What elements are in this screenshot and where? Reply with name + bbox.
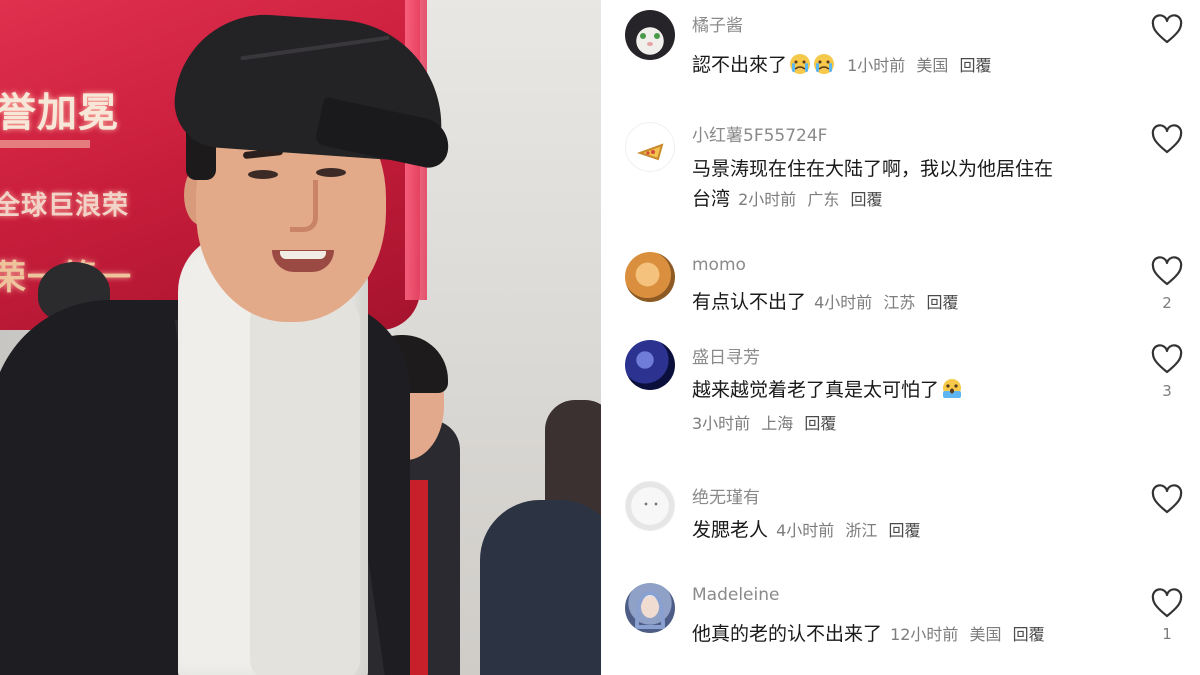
comment-item: momo 有点认不出了 4小时前 江苏 回覆 2 [601, 240, 1200, 338]
scared-face-emoji [943, 379, 962, 398]
cat-icon [633, 12, 667, 46]
comment-time: 4小时前 [814, 293, 873, 312]
comment-text: 有点认不出了 4小时前 江苏 回覆 [692, 287, 964, 314]
reply-button[interactable]: 回覆 [888, 521, 920, 540]
comment-time: 2小时前 [738, 190, 797, 209]
comment-list[interactable]: 橘子酱 認不出來了 1小时前 美国 回覆 小红薯5F55724F 马景涛现在住在… [601, 0, 1200, 675]
reply-button[interactable]: 回覆 [926, 293, 958, 312]
comment-text-line: 認不出來了 [692, 54, 788, 76]
comment-location: 美国 [916, 56, 949, 75]
comment-username[interactable]: 盛日寻芳 [692, 343, 760, 368]
comment-item: 橘子酱 認不出來了 1小时前 美国 回覆 [601, 0, 1200, 110]
comment-meta: 1小时前 美国 回覆 [847, 56, 997, 75]
like-count: 1 [1162, 625, 1172, 643]
comment-text-line: 台湾 [692, 188, 731, 210]
comment-text-line: 马景涛现在住在大陆了啊，我以为他居住在 [692, 158, 1054, 180]
white-scarf-fold [250, 300, 360, 675]
bread-avatar[interactable] [625, 252, 675, 302]
heart-icon[interactable] [1151, 256, 1183, 288]
blue-art-avatar[interactable] [625, 340, 675, 390]
comment-time: 1小时前 [847, 56, 906, 75]
like-count: 2 [1162, 294, 1172, 312]
comment-time: 4小时前 [776, 521, 835, 540]
comment-meta: 4小时前 浙江 回覆 [776, 521, 926, 540]
man-teeth [280, 251, 326, 259]
comment-text-line: 发腮老人 [692, 519, 769, 541]
pizza-avatar[interactable] [625, 122, 675, 172]
comment-time: 12小时前 [890, 625, 959, 644]
comment-location: 江苏 [883, 293, 916, 312]
white-face-avatar[interactable] [625, 481, 675, 531]
background-person [480, 500, 601, 675]
comment-text: 台湾 2小时前 广东 回覆 [692, 184, 888, 211]
comment-username[interactable]: momo [692, 255, 746, 275]
comment-text: 越来越觉着老了真是太可怕了 [692, 375, 963, 402]
led-text-line: 誉加冕 [0, 90, 119, 136]
reply-button[interactable]: 回覆 [959, 56, 991, 75]
comment-username[interactable]: 绝无瑾有 [692, 483, 760, 508]
comment-text-line: 他真的老的认不出来了 [692, 623, 883, 645]
heart-icon[interactable] [1151, 344, 1183, 376]
girl-icon [634, 590, 666, 629]
man-nose [290, 180, 318, 232]
comment-text: 認不出來了 1小时前 美国 回覆 [692, 50, 997, 77]
comment-item: Madeleine 他真的老的认不出来了 12小时前 美国 回覆 1 [601, 580, 1200, 675]
crying-face-emoji [790, 54, 811, 74]
video-photo[interactable]: 誉加冕 全球巨浪荣 荣一第一 [0, 0, 601, 675]
man-eye [248, 170, 278, 179]
comment-meta: 3小时前 上海 回覆 [692, 410, 842, 434]
comment-text-line: 有点认不出了 [692, 291, 807, 313]
comment-item: 盛日寻芳 越来越觉着老了真是太可怕了 3小时前 上海 回覆 3 [601, 338, 1200, 478]
comment-meta: 4小时前 江苏 回覆 [814, 293, 964, 312]
comment-text: 他真的老的认不出来了 12小时前 美国 回覆 [692, 619, 1051, 646]
comment-location: 上海 [761, 414, 794, 433]
comment-item: 小红薯5F55724F 马景涛现在住在大陆了啊，我以为他居住在 台湾 2小时前 … [601, 110, 1200, 240]
comment-username[interactable]: 小红薯5F55724F [692, 121, 827, 146]
comment-meta: 12小时前 美国 回覆 [890, 625, 1051, 644]
pizza-icon [636, 143, 664, 161]
like-count: 3 [1162, 382, 1172, 400]
comment-time: 3小时前 [692, 414, 751, 433]
comment-meta: 2小时前 广东 回覆 [738, 190, 888, 209]
heart-icon[interactable] [1151, 484, 1183, 516]
face-icon [644, 502, 658, 506]
comment-text-line: 越来越觉着老了真是太可怕了 [692, 379, 940, 401]
comment-location: 广东 [807, 190, 840, 209]
comment-location: 浙江 [845, 521, 878, 540]
led-text-line: 全球巨浪荣 [0, 191, 130, 221]
crying-face-emoji [814, 54, 835, 74]
comment-username[interactable]: Madeleine [692, 585, 779, 605]
comment-username[interactable]: 橘子酱 [692, 11, 743, 36]
reply-button[interactable]: 回覆 [1013, 625, 1045, 644]
man-eye [316, 168, 346, 177]
heart-icon[interactable] [1151, 124, 1183, 156]
heart-icon[interactable] [1151, 14, 1183, 46]
cat-avatar[interactable] [625, 10, 675, 60]
screenshot-root: 誉加冕 全球巨浪荣 荣一第一 [0, 0, 1200, 675]
heart-icon[interactable] [1151, 588, 1183, 620]
comment-location: 美国 [969, 625, 1002, 644]
comment-item: 绝无瑾有 发腮老人 4小时前 浙江 回覆 [601, 478, 1200, 580]
comment-text: 发腮老人 4小时前 浙江 回覆 [692, 515, 926, 542]
anime-girl-avatar[interactable] [625, 583, 675, 633]
reply-button[interactable]: 回覆 [804, 414, 836, 433]
led-glow [0, 140, 90, 148]
reply-button[interactable]: 回覆 [850, 190, 882, 209]
